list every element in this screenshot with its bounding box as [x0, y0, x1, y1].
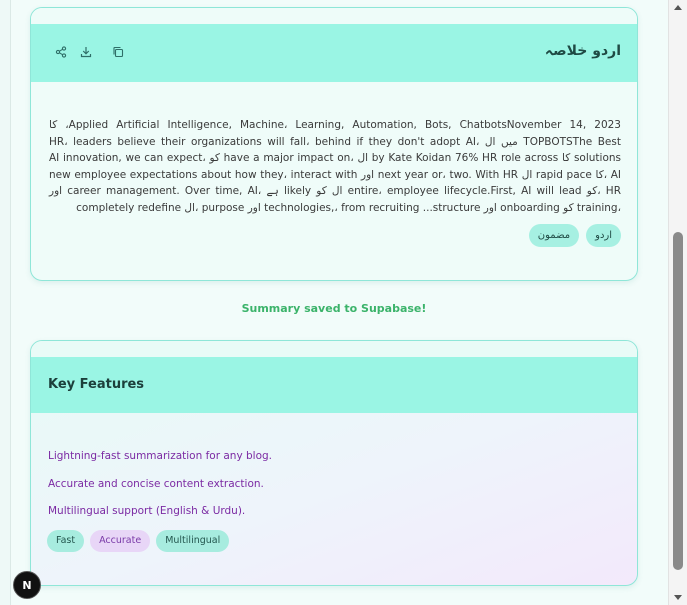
tag-multilingual: Multilingual	[156, 530, 230, 552]
tag-accurate: Accurate	[90, 530, 151, 552]
summary-title: اردو خلاصہ	[544, 43, 621, 59]
feature-tag-row: Fast Accurate Multilingual	[47, 530, 230, 552]
feature-item: Accurate and concise content extraction.	[48, 478, 264, 490]
tag-fast: Fast	[47, 530, 85, 552]
summary-card-header: اردو خلاصہ	[31, 24, 637, 82]
tag-article: مضمون	[528, 224, 580, 247]
features-title: Key Features	[48, 377, 145, 392]
tag-urdu: اردو	[586, 224, 621, 247]
summary-tag-row: اردو مضمون	[528, 224, 621, 247]
card-top-strip	[31, 8, 637, 24]
urdu-summary-card: اردو خلاصہ Applied Artificial Intelligen…	[30, 7, 638, 281]
key-features-card: Key Features Lightning-fast summarizatio…	[30, 340, 638, 586]
scroll-up-arrow-icon[interactable]	[674, 5, 682, 10]
nextjs-dev-badge[interactable]: N	[13, 571, 41, 599]
vertical-scrollbar[interactable]	[668, 0, 687, 605]
card-top-strip	[31, 341, 637, 357]
summary-body-text: Applied Artificial Intelligence, Machine…	[49, 119, 622, 214]
scroll-thumb[interactable]	[673, 232, 683, 570]
feature-item: Multilingual support (English & Urdu).	[48, 505, 246, 517]
saved-status-message: Summary saved to Supabase!	[241, 302, 427, 315]
copy-icon[interactable]	[111, 45, 125, 59]
share-icon[interactable]	[54, 45, 68, 59]
download-icon[interactable]	[79, 45, 93, 59]
features-card-header: Key Features	[31, 357, 637, 413]
scroll-down-arrow-icon[interactable]	[674, 595, 682, 600]
feature-item: Lightning-fast summarization for any blo…	[48, 450, 273, 462]
